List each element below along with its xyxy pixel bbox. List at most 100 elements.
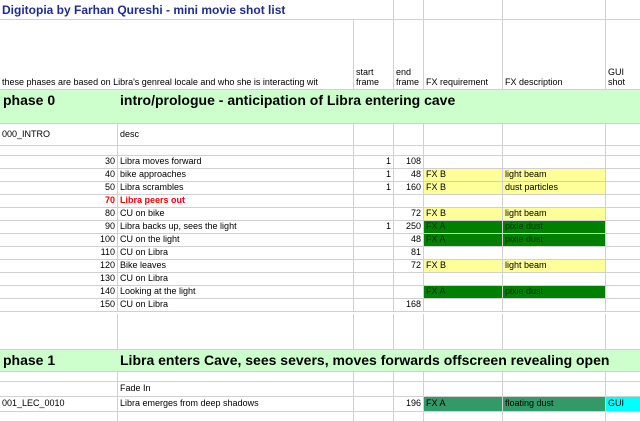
phase0-desc-label[interactable]: desc xyxy=(118,124,354,146)
shot-end-frame[interactable]: 81 xyxy=(394,247,424,260)
shot-number[interactable]: 70 xyxy=(0,195,118,208)
shot-fx-requirement[interactable]: FX A xyxy=(424,286,503,299)
shot-gui[interactable] xyxy=(606,208,640,221)
shot-end-frame[interactable]: 168 xyxy=(394,299,424,312)
phase0-label[interactable]: phase 0 xyxy=(3,92,55,108)
shot-end-frame[interactable]: 160 xyxy=(394,182,424,195)
shot-fx-description[interactable] xyxy=(503,273,606,286)
shot-gui[interactable] xyxy=(606,286,640,299)
shot-number[interactable]: 30 xyxy=(0,156,118,169)
header-end-frame[interactable]: end frame xyxy=(394,20,424,90)
shot-start-frame[interactable] xyxy=(354,208,394,221)
shot-end-frame[interactable] xyxy=(394,273,424,286)
shot-fx-description[interactable] xyxy=(503,156,606,169)
phase0-shot-id[interactable]: 000_INTRO xyxy=(0,124,118,146)
phase1-shot-fxdesc[interactable]: floating dust xyxy=(503,397,606,412)
shot-start-frame[interactable] xyxy=(354,286,394,299)
shot-fx-description[interactable]: pixie dust xyxy=(503,234,606,247)
shot-gui[interactable] xyxy=(606,273,640,286)
shot-number[interactable]: 40 xyxy=(0,169,118,182)
shot-description[interactable]: Libra moves forward xyxy=(118,156,354,169)
shot-number[interactable]: 110 xyxy=(0,247,118,260)
shot-fx-requirement[interactable]: FX B xyxy=(424,208,503,221)
shot-gui[interactable] xyxy=(606,182,640,195)
shot-description[interactable]: Libra scrambles xyxy=(118,182,354,195)
shot-end-frame[interactable] xyxy=(394,195,424,208)
shot-description[interactable]: Bike leaves xyxy=(118,260,354,273)
shot-start-frame[interactable] xyxy=(354,234,394,247)
shot-number[interactable]: 90 xyxy=(0,221,118,234)
shot-fx-description[interactable] xyxy=(503,299,606,312)
phase1-shot-id[interactable]: 001_LEC_0010 xyxy=(0,397,118,412)
shot-number[interactable]: 140 xyxy=(0,286,118,299)
shot-gui[interactable] xyxy=(606,156,640,169)
shot-start-frame[interactable]: 1 xyxy=(354,156,394,169)
shot-gui[interactable] xyxy=(606,234,640,247)
shot-gui[interactable] xyxy=(606,299,640,312)
shot-gui[interactable] xyxy=(606,195,640,208)
shot-fx-description[interactable] xyxy=(503,195,606,208)
shot-start-frame[interactable] xyxy=(354,273,394,286)
header-note[interactable]: these phases are based on Libra's genrea… xyxy=(0,20,354,90)
shot-fx-description[interactable]: pixie dust xyxy=(503,286,606,299)
shot-fx-description[interactable]: dust particles xyxy=(503,182,606,195)
shot-end-frame[interactable]: 250 xyxy=(394,221,424,234)
shot-fx-description[interactable]: light beam xyxy=(503,260,606,273)
shot-start-frame[interactable] xyxy=(354,195,394,208)
header-start-frame[interactable]: start frame xyxy=(354,20,394,90)
shot-start-frame[interactable]: 1 xyxy=(354,221,394,234)
shot-fx-requirement[interactable]: FX A xyxy=(424,221,503,234)
shot-number[interactable]: 130 xyxy=(0,273,118,286)
phase1-shot-gui[interactable]: GUI xyxy=(606,397,640,412)
shot-fx-requirement[interactable]: FX A xyxy=(424,234,503,247)
shot-fx-requirement[interactable] xyxy=(424,195,503,208)
shot-fx-requirement[interactable]: FX B xyxy=(424,260,503,273)
header-fx-description[interactable]: FX description xyxy=(503,20,606,90)
shot-start-frame[interactable] xyxy=(354,247,394,260)
shot-fx-requirement[interactable]: FX B xyxy=(424,182,503,195)
shot-fx-description[interactable] xyxy=(503,247,606,260)
shot-start-frame[interactable]: 1 xyxy=(354,169,394,182)
shot-description[interactable]: CU on Libra xyxy=(118,247,354,260)
shot-gui[interactable] xyxy=(606,247,640,260)
shot-start-frame[interactable] xyxy=(354,260,394,273)
shot-fx-requirement[interactable] xyxy=(424,247,503,260)
shot-number[interactable]: 80 xyxy=(0,208,118,221)
shot-gui[interactable] xyxy=(606,260,640,273)
shot-number[interactable]: 150 xyxy=(0,299,118,312)
shot-end-frame[interactable]: 108 xyxy=(394,156,424,169)
phase0-description[interactable]: intro/prologue - anticipation of Libra e… xyxy=(120,92,455,108)
shot-gui[interactable] xyxy=(606,221,640,234)
shot-start-frame[interactable] xyxy=(354,299,394,312)
header-fx-requirement[interactable]: FX requirement xyxy=(424,20,503,90)
phase1-shot-end-frame[interactable]: 196 xyxy=(394,397,424,412)
shot-start-frame[interactable]: 1 xyxy=(354,182,394,195)
shot-fx-description[interactable]: pixie dust xyxy=(503,221,606,234)
shot-fx-requirement[interactable] xyxy=(424,299,503,312)
shot-fx-description[interactable]: light beam xyxy=(503,169,606,182)
shot-fx-requirement[interactable] xyxy=(424,156,503,169)
shot-number[interactable]: 100 xyxy=(0,234,118,247)
shot-end-frame[interactable]: 72 xyxy=(394,208,424,221)
shot-number[interactable]: 120 xyxy=(0,260,118,273)
shot-description[interactable]: Libra peers out xyxy=(118,195,354,208)
shot-end-frame[interactable] xyxy=(394,286,424,299)
shot-description[interactable]: CU on Libra xyxy=(118,273,354,286)
shot-description[interactable]: CU on the light xyxy=(118,234,354,247)
shot-end-frame[interactable]: 48 xyxy=(394,169,424,182)
shot-fx-requirement[interactable]: FX B xyxy=(424,169,503,182)
phase1-shot-text[interactable]: Libra emerges from deep shadows xyxy=(118,397,354,412)
header-gui-shot[interactable]: GUI shot xyxy=(606,20,640,90)
shot-fx-description[interactable]: light beam xyxy=(503,208,606,221)
phase1-description[interactable]: Libra enters Cave, sees severs, moves fo… xyxy=(120,352,609,368)
shot-description[interactable]: Libra backs up, sees the light xyxy=(118,221,354,234)
shot-end-frame[interactable]: 48 xyxy=(394,234,424,247)
shot-description[interactable]: bike approaches xyxy=(118,169,354,182)
shot-description[interactable]: CU on bike xyxy=(118,208,354,221)
shot-description[interactable]: Looking at the light xyxy=(118,286,354,299)
shot-gui[interactable] xyxy=(606,169,640,182)
shot-fx-requirement[interactable] xyxy=(424,273,503,286)
shot-end-frame[interactable]: 72 xyxy=(394,260,424,273)
phase1-shot-fx[interactable]: FX A xyxy=(424,397,503,412)
shot-number[interactable]: 50 xyxy=(0,182,118,195)
